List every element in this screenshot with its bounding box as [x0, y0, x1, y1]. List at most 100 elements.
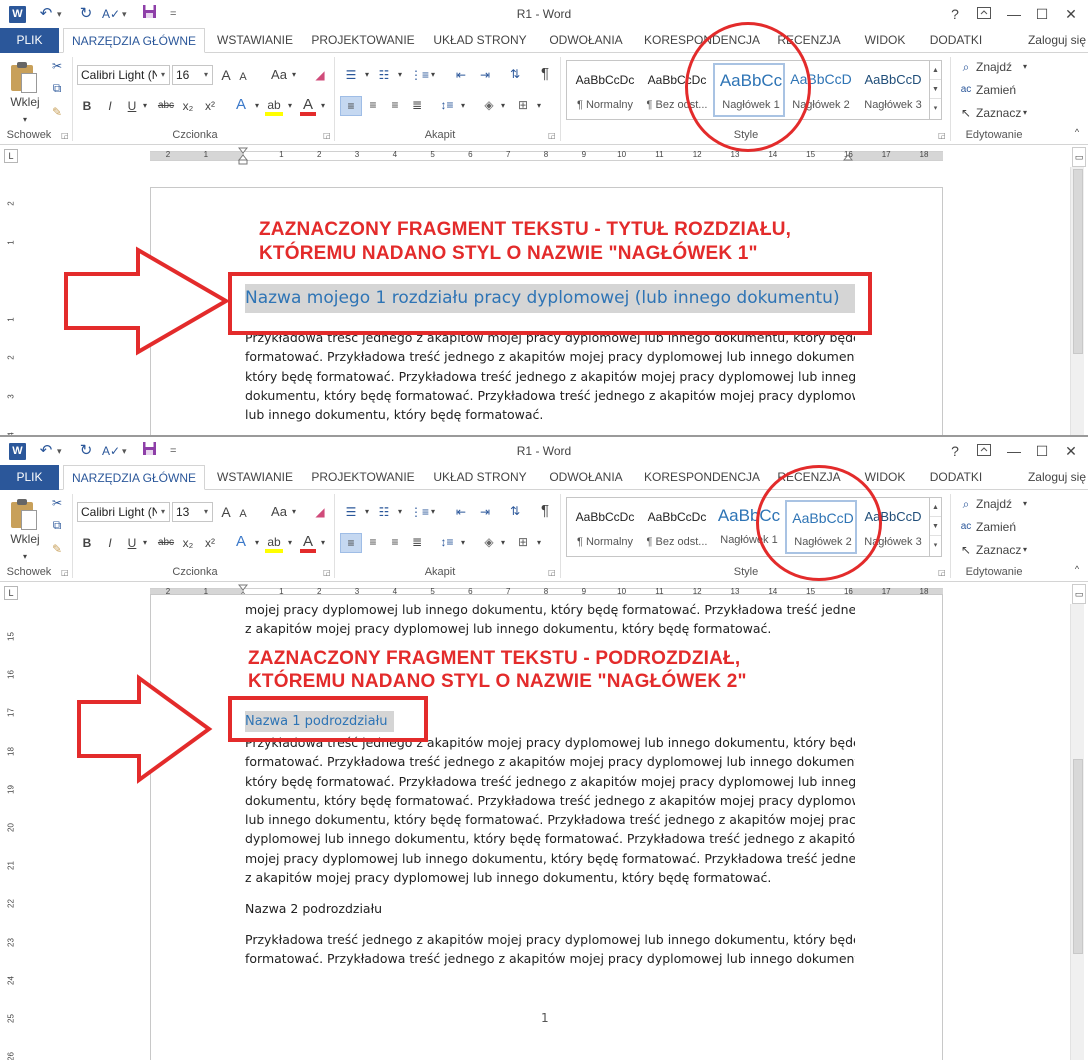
clear-formatting-icon[interactable]: ◢ — [310, 503, 330, 521]
numbering-icon[interactable]: ☷ — [375, 66, 393, 84]
bullets-icon[interactable]: ☰ — [342, 66, 360, 84]
multilevel-list-icon[interactable]: ⋮≡ — [410, 503, 429, 521]
numbering-dropdown-icon[interactable]: ▾ — [395, 66, 405, 84]
minimize-icon[interactable]: — — [1000, 2, 1028, 26]
tab-home[interactable]: NARZĘDZIA GŁÓWNE — [63, 28, 205, 53]
close-icon[interactable]: ✕ — [1057, 439, 1085, 463]
superscript-button[interactable]: x² — [202, 97, 218, 115]
vertical-ruler[interactable]: 15 16 17 18 19 20 21 22 23 24 25 26 — [4, 604, 18, 1060]
tab-file[interactable]: PLIK — [0, 465, 59, 490]
shading-dropdown-icon[interactable]: ▾ — [498, 534, 508, 552]
tab-selector[interactable]: L — [4, 149, 18, 163]
tab-references[interactable]: ODWOŁANIA — [541, 28, 631, 53]
font-color-dropdown-icon[interactable]: ▾ — [318, 97, 328, 115]
maximize-icon[interactable]: ☐ — [1028, 439, 1056, 463]
decrease-indent-icon[interactable]: ⇤ — [452, 66, 470, 84]
vertical-scrollbar[interactable] — [1070, 604, 1084, 1060]
find-dropdown-icon[interactable]: ▾ — [1020, 58, 1030, 76]
align-center-icon[interactable]: ≡ — [364, 533, 382, 551]
ribbon-display-options-icon[interactable] — [970, 439, 998, 463]
tab-insert[interactable]: WSTAWIANIE — [212, 465, 298, 490]
cut-icon[interactable]: ✂ — [48, 494, 66, 512]
replace-button[interactable]: Zamień — [976, 81, 1016, 99]
font-size-combo[interactable]: 16 ▾ — [172, 65, 213, 85]
tab-mailings[interactable]: KORESPONDENCJA — [640, 465, 764, 490]
font-color-icon[interactable]: A — [300, 533, 316, 553]
styles-scroll[interactable]: ▲ ▼ ▾ — [929, 61, 941, 119]
bullets-dropdown-icon[interactable]: ▾ — [362, 66, 372, 84]
format-painter-icon[interactable]: ✎ — [48, 103, 66, 121]
underline-button[interactable]: U — [125, 97, 139, 115]
paste-button[interactable]: Wklej — [8, 93, 42, 111]
clipboard-launcher-icon[interactable]: ◲ — [61, 568, 69, 577]
numbering-dropdown-icon[interactable]: ▾ — [395, 503, 405, 521]
copy-icon[interactable]: ⧉ — [48, 79, 66, 97]
highlight-icon[interactable]: ab — [265, 533, 283, 553]
italic-button[interactable]: I — [103, 97, 117, 115]
numbering-icon[interactable]: ☷ — [375, 503, 393, 521]
bold-button[interactable]: B — [80, 97, 94, 115]
vertical-scrollbar[interactable] — [1070, 167, 1084, 436]
font-color-dropdown-icon[interactable]: ▾ — [318, 534, 328, 552]
subscript-button[interactable]: x₂ — [180, 534, 196, 552]
align-right-icon[interactable]: ≡ — [386, 96, 404, 114]
underline-dropdown-icon[interactable]: ▾ — [140, 97, 150, 115]
find-icon[interactable]: ⌕ — [958, 495, 974, 513]
change-case-button[interactable]: Aa — [268, 66, 290, 84]
highlight-dropdown-icon[interactable]: ▾ — [285, 534, 295, 552]
line-spacing-icon[interactable]: ↕≡ — [438, 96, 456, 114]
find-button[interactable]: Znajdź — [976, 58, 1012, 76]
body-paragraph-top[interactable]: mojej pracy dyplomowej lub innego dokume… — [245, 600, 855, 639]
grow-font-button[interactable]: A — [218, 503, 234, 521]
change-case-dropdown-icon[interactable]: ▾ — [289, 66, 299, 84]
sign-in-link[interactable]: Zaloguj się — [1028, 465, 1086, 490]
paste-icon[interactable] — [11, 498, 39, 530]
replace-icon[interactable]: ac — [958, 518, 974, 536]
tab-home[interactable]: NARZĘDZIA GŁÓWNE — [63, 465, 205, 490]
select-dropdown-icon[interactable]: ▾ — [1020, 104, 1030, 122]
styles-up-icon[interactable]: ▲ — [930, 498, 941, 517]
tab-references[interactable]: ODWOŁANIA — [541, 465, 631, 490]
align-center-icon[interactable]: ≡ — [364, 96, 382, 114]
shading-icon[interactable]: ◈ — [480, 96, 498, 114]
tab-selector[interactable]: L — [4, 586, 18, 600]
styles-more-icon[interactable]: ▾ — [930, 536, 941, 555]
first-line-indent-marker[interactable] — [238, 147, 248, 165]
highlight-dropdown-icon[interactable]: ▾ — [285, 97, 295, 115]
subscript-button[interactable]: x₂ — [180, 97, 196, 115]
styles-scroll[interactable]: ▲ ▼ ▾ — [929, 498, 941, 556]
multilevel-list-icon[interactable]: ⋮≡ — [410, 66, 429, 84]
tab-view[interactable]: WIDOK — [855, 28, 915, 53]
select-icon[interactable]: ↖ — [958, 104, 974, 122]
strikethrough-button[interactable]: abc — [156, 534, 176, 552]
font-name-combo[interactable]: Calibri Light (N ▾ — [77, 65, 170, 85]
italic-button[interactable]: I — [103, 534, 117, 552]
right-indent-marker[interactable] — [843, 147, 853, 165]
minimize-icon[interactable]: — — [1000, 439, 1028, 463]
cut-icon[interactable]: ✂ — [48, 57, 66, 75]
styles-more-icon[interactable]: ▾ — [930, 99, 941, 118]
select-icon[interactable]: ↖ — [958, 541, 974, 559]
body-paragraph[interactable]: Przykładowa treść jednego z akapitów moj… — [245, 328, 855, 424]
font-color-icon[interactable]: A — [300, 96, 316, 116]
tab-file[interactable]: PLIK — [0, 28, 59, 53]
document-page[interactable]: mojej pracy dyplomowej lub innego dokume… — [150, 594, 943, 1060]
bold-button[interactable]: B — [80, 534, 94, 552]
sort-icon[interactable]: ⇅ — [506, 502, 524, 520]
styles-down-icon[interactable]: ▼ — [930, 517, 941, 536]
borders-icon[interactable]: ⊞ — [514, 533, 532, 551]
style-no-spacing[interactable]: AaBbCcDc ¶ Bez odst... — [641, 500, 713, 554]
clipboard-launcher-icon[interactable]: ◲ — [61, 131, 69, 140]
style-normal[interactable]: AaBbCcDc ¶ Normalny — [569, 500, 641, 554]
tab-layout[interactable]: UKŁAD STRONY — [427, 28, 533, 53]
vertical-ruler[interactable]: 211234 — [4, 167, 18, 436]
borders-dropdown-icon[interactable]: ▾ — [534, 97, 544, 115]
copy-icon[interactable]: ⧉ — [48, 516, 66, 534]
borders-icon[interactable]: ⊞ — [514, 96, 532, 114]
change-case-button[interactable]: Aa — [268, 503, 290, 521]
decrease-indent-icon[interactable]: ⇤ — [452, 503, 470, 521]
collapse-ribbon-icon[interactable]: ^ — [1070, 560, 1084, 578]
next-subheading[interactable]: Nazwa 2 podrozdziału — [245, 901, 382, 916]
sign-in-link[interactable]: Zaloguj się — [1028, 28, 1086, 53]
select-button[interactable]: Zaznacz — [976, 541, 1021, 559]
